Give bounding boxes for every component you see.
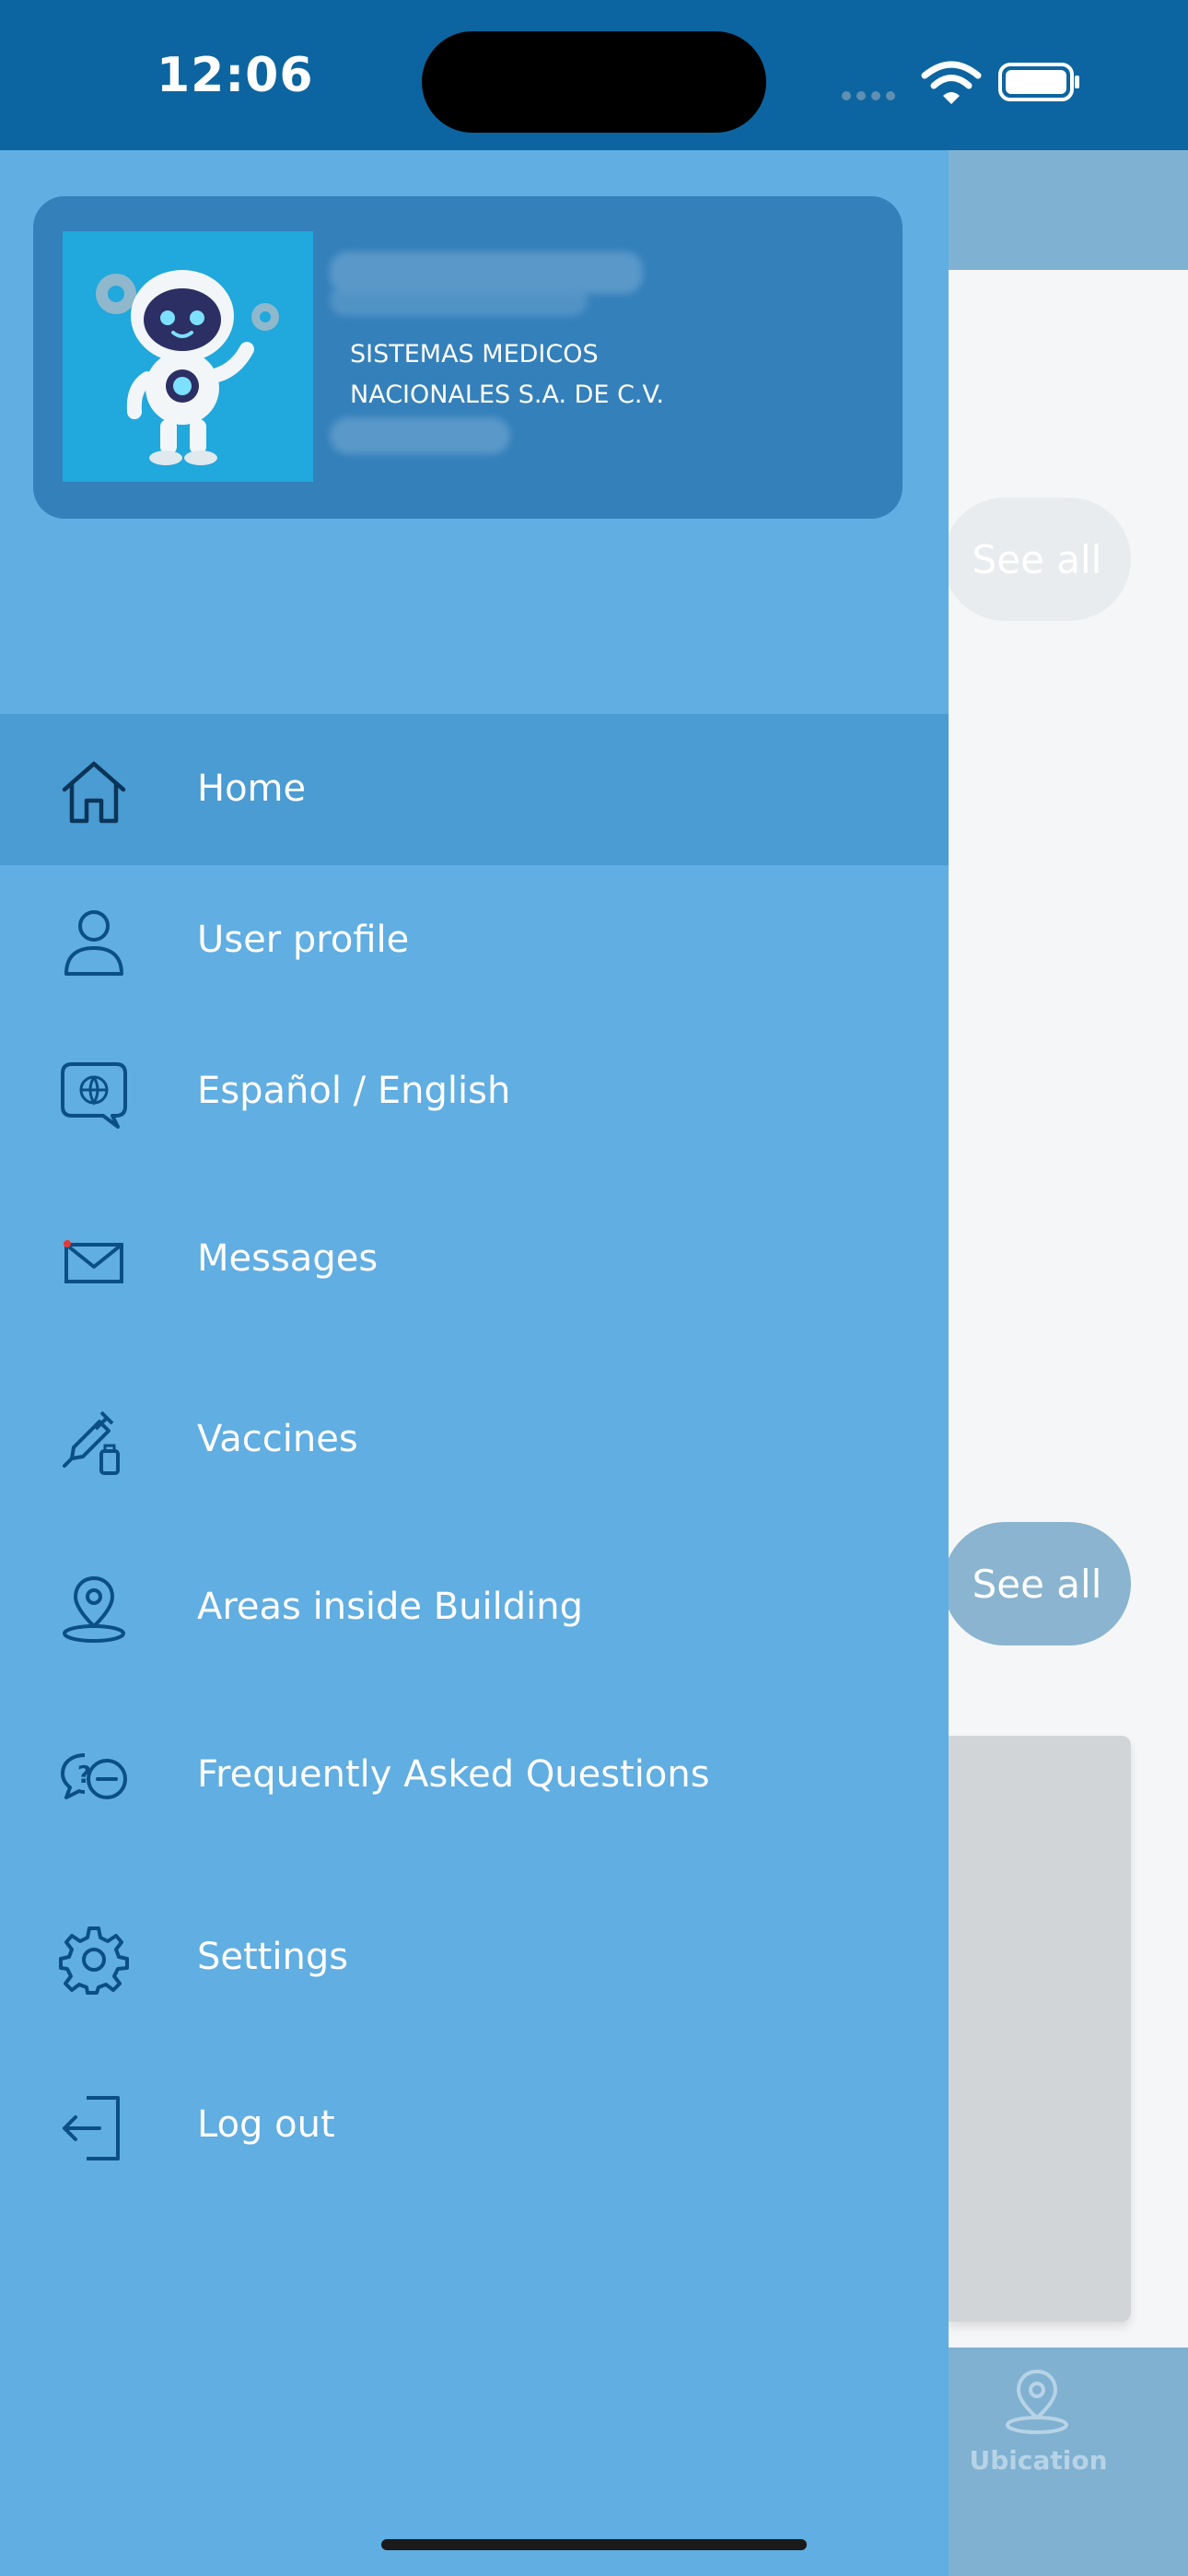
home-icon: [62, 761, 126, 824]
menu-item-label: User profile: [197, 919, 410, 961]
menu-item-label: Areas inside Building: [197, 1586, 584, 1628]
avatar: [63, 231, 313, 482]
menu-item-logout[interactable]: Log out: [0, 2050, 949, 2201]
menu-item-home[interactable]: Home: [0, 714, 949, 865]
battery-icon: [998, 63, 1079, 101]
navigation-drawer: SISTEMAS MEDICOS NACIONALES S.A. DE C.V.…: [0, 150, 949, 2576]
profile-card[interactable]: SISTEMAS MEDICOS NACIONALES S.A. DE C.V.: [33, 196, 903, 519]
menu-item-faq[interactable]: ? Frequently Asked Questions: [0, 1700, 949, 1851]
wifi-icon: [921, 61, 982, 104]
location-pin-icon[interactable]: [1002, 2364, 1072, 2438]
menu-item-label: Settings: [197, 1936, 349, 1978]
location-pin-icon: [63, 1576, 125, 1643]
tab-ubication-label[interactable]: Ubication: [949, 2445, 1128, 2476]
menu-item-user-profile[interactable]: User profile: [0, 865, 949, 1016]
menu-item-language[interactable]: Español / English: [0, 1016, 949, 1167]
company-line-2: NACIONALES S.A. DE C.V.: [350, 381, 665, 409]
menu-item-messages[interactable]: Messages: [0, 1184, 949, 1335]
background-card: [949, 1736, 1131, 2322]
robot-icon: [96, 270, 279, 465]
faq-icon: ?: [61, 1753, 127, 1799]
signal-icon: [842, 87, 903, 100]
language-icon: [61, 1062, 127, 1129]
status-time: 12:06: [157, 48, 314, 103]
dynamic-island: [422, 31, 766, 133]
company-line-1: SISTEMAS MEDICOS: [350, 340, 599, 369]
redacted-id: [330, 417, 510, 454]
menu-item-label: Frequently Asked Questions: [197, 1753, 710, 1796]
syringe-icon: [63, 1411, 120, 1475]
see-all-button[interactable]: See all: [943, 1522, 1131, 1645]
menu-item-label: Español / English: [197, 1070, 511, 1112]
company-name: SISTEMAS MEDICOS NACIONALES S.A. DE C.V.: [350, 334, 664, 416]
logout-icon: [63, 2096, 120, 2160]
menu-item-label: Home: [197, 767, 307, 810]
background-header: [949, 150, 1188, 270]
redacted-name: [330, 285, 588, 316]
menu-item-label: Log out: [197, 2103, 335, 2146]
see-all-button[interactable]: See all: [943, 498, 1131, 621]
menu-item-vaccines[interactable]: Vaccines: [0, 1364, 949, 1516]
menu-item-label: Messages: [197, 1237, 379, 1280]
home-indicator[interactable]: [381, 2539, 807, 2550]
mail-icon: [64, 1240, 123, 1283]
menu-item-label: Vaccines: [197, 1418, 358, 1460]
status-bar: 12:06: [0, 0, 1188, 150]
menu-item-areas[interactable]: Areas inside Building: [0, 1532, 949, 1683]
user-icon: [64, 910, 123, 976]
menu-item-settings[interactable]: Settings: [0, 1882, 949, 2033]
gear-icon: [59, 1926, 129, 1995]
